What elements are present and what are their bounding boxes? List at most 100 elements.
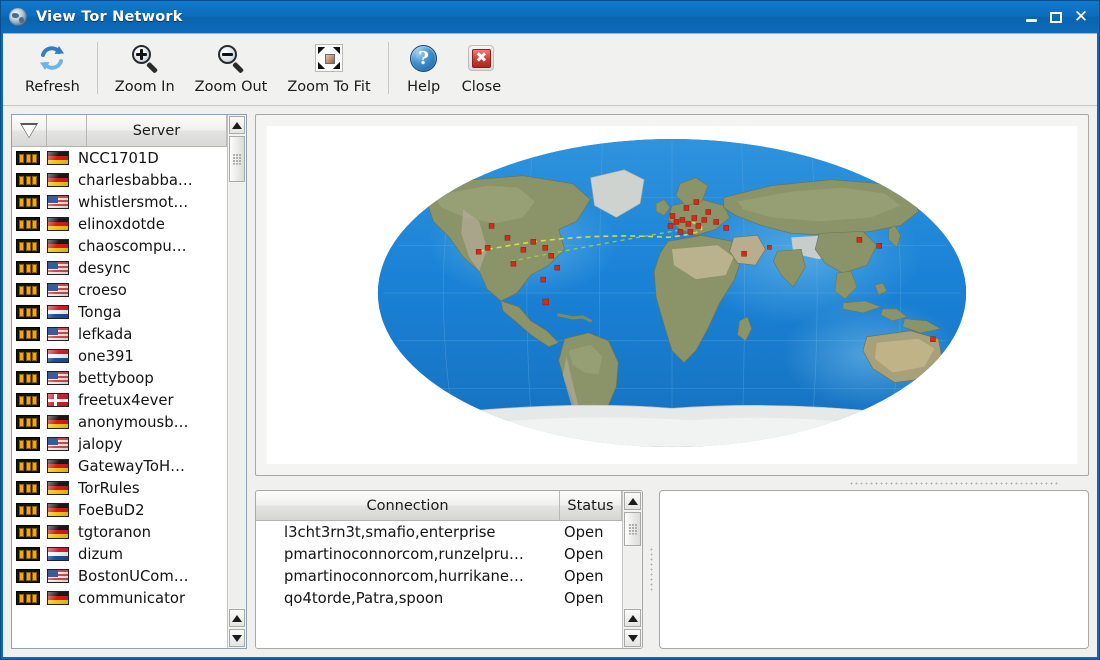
globe-icon <box>9 8 27 26</box>
server-name: chaoscompu… <box>78 237 187 255</box>
server-list-item[interactable]: jalopy <box>12 433 227 455</box>
help-button[interactable]: ? Help <box>396 40 452 95</box>
server-list-item[interactable]: TorRules <box>12 477 227 499</box>
connection-list-item[interactable]: qo4torde,Patra,spoon Open <box>256 587 622 609</box>
window-title: View Tor Network <box>36 9 183 25</box>
server-list-item[interactable]: communicator <box>12 587 227 609</box>
connection-detail-panel[interactable] <box>659 490 1089 649</box>
server-list-item[interactable]: elinoxdotde <box>12 213 227 235</box>
conn-scroll-up-arrow-2-icon[interactable] <box>624 609 641 627</box>
help-icon: ? <box>408 42 440 74</box>
server-name: BostonUCom… <box>78 567 189 585</box>
connection-status: Open <box>564 589 604 607</box>
server-list-item[interactable]: charlesbabba… <box>12 169 227 191</box>
zoom-out-button[interactable]: Zoom Out <box>185 40 278 95</box>
column-header-filter[interactable] <box>12 115 47 146</box>
server-name: tgtoranon <box>78 523 152 541</box>
bandwidth-icon <box>16 459 40 473</box>
server-list: Server NCC1701D charlesbabba… whistlersmot… <box>11 114 247 649</box>
server-name: croeso <box>78 281 127 299</box>
zoom-to-fit-label: Zoom To Fit <box>287 79 371 95</box>
bandwidth-icon <box>16 547 40 561</box>
scrollbar-track[interactable] <box>229 183 245 608</box>
bandwidth-icon <box>16 327 40 341</box>
server-name: jalopy <box>78 435 123 453</box>
toolbar-separator-2 <box>387 42 389 94</box>
server-list-item[interactable]: Tonga <box>12 301 227 323</box>
refresh-label: Refresh <box>25 79 80 95</box>
connection-list-scrollbar[interactable] <box>622 491 642 648</box>
close-icon: ✖ <box>465 42 497 74</box>
bandwidth-icon <box>16 415 40 429</box>
refresh-button[interactable]: Refresh <box>15 40 90 95</box>
server-list-item[interactable]: whistlersmot… <box>12 191 227 213</box>
conn-scroll-up-arrow-icon[interactable] <box>624 492 641 510</box>
conn-scrollbar-thumb[interactable] <box>624 512 641 546</box>
world-map[interactable] <box>267 126 1077 464</box>
refresh-icon <box>36 42 68 74</box>
server-list-item[interactable]: GatewayToH… <box>12 455 227 477</box>
bandwidth-icon <box>16 261 40 275</box>
country-flag-icon <box>47 459 69 473</box>
minimize-button[interactable] <box>1020 7 1042 28</box>
title-bar[interactable]: View Tor Network ✕ <box>1 1 1099 33</box>
conn-scrollbar-track[interactable] <box>624 547 641 608</box>
horizontal-splitter[interactable] <box>255 476 1089 490</box>
bandwidth-icon <box>16 349 40 363</box>
country-flag-icon <box>47 239 69 253</box>
scroll-up-arrow-icon[interactable] <box>229 116 245 134</box>
server-list-item[interactable]: chaoscompu… <box>12 235 227 257</box>
country-flag-icon <box>47 525 69 539</box>
server-list-item[interactable]: anonymousb… <box>12 411 227 433</box>
server-list-item[interactable]: croeso <box>12 279 227 301</box>
column-header-server[interactable]: Server <box>87 115 227 146</box>
column-header-flag[interactable] <box>47 115 87 146</box>
connection-status: Open <box>564 523 604 541</box>
connection-list-item[interactable]: pmartinoconnorcom,runzelpru… Open <box>256 543 622 565</box>
country-flag-icon <box>47 481 69 495</box>
country-flag-icon <box>47 503 69 517</box>
server-list-item[interactable]: lefkada <box>12 323 227 345</box>
server-list-scrollbar[interactable] <box>227 115 246 648</box>
connection-list-rows[interactable]: l3cht3rn3t,smafio,enterprise Open pmartino… <box>256 521 622 648</box>
server-list-item[interactable]: tgtoranon <box>12 521 227 543</box>
help-label: Help <box>407 79 441 95</box>
connection-list-header: Connection Status <box>256 491 622 521</box>
server-name: elinoxdotde <box>78 215 165 233</box>
scrollbar-thumb[interactable] <box>229 136 245 182</box>
country-flag-icon <box>47 283 69 297</box>
server-list-item[interactable]: one391 <box>12 345 227 367</box>
map-and-details-pane: Connection Status l3cht3rn3t,smafio,ente… <box>247 114 1089 649</box>
server-list-rows[interactable]: NCC1701D charlesbabba… whistlersmot… elinox… <box>12 147 227 648</box>
server-list-item[interactable]: BostonUCom… <box>12 565 227 587</box>
server-list-item[interactable]: dizum <box>12 543 227 565</box>
column-header-connection[interactable]: Connection <box>256 491 560 520</box>
zoom-to-fit-button[interactable]: Zoom To Fit <box>277 40 380 95</box>
column-header-status[interactable]: Status <box>560 491 622 520</box>
scroll-down-arrow-icon[interactable] <box>229 629 245 647</box>
server-list-item[interactable]: freetux4ever <box>12 389 227 411</box>
vertical-splitter[interactable] <box>643 490 659 649</box>
country-flag-icon <box>47 261 69 275</box>
server-list-item[interactable]: NCC1701D <box>12 147 227 169</box>
server-name: dizum <box>78 545 124 563</box>
country-flag-icon <box>47 217 69 231</box>
conn-scroll-down-arrow-icon[interactable] <box>624 629 641 647</box>
content-area: Server NCC1701D charlesbabba… whistlersmot… <box>3 106 1097 657</box>
close-button[interactable]: ✖ Close <box>452 40 512 95</box>
connection-list-item[interactable]: l3cht3rn3t,smafio,enterprise Open <box>256 521 622 543</box>
column-header-server-label: Server <box>132 122 181 139</box>
server-list-item[interactable]: desync <box>12 257 227 279</box>
close-window-button[interactable]: ✕ <box>1070 7 1092 28</box>
server-list-item[interactable]: bettyboop <box>12 367 227 389</box>
zoom-in-button[interactable]: Zoom In <box>105 40 185 95</box>
server-list-item[interactable]: FoeBuD2 <box>12 499 227 521</box>
connection-path: qo4torde,Patra,spoon <box>284 589 444 607</box>
server-name: FoeBuD2 <box>78 501 145 519</box>
country-flag-icon <box>47 349 69 363</box>
connection-list-item[interactable]: pmartinoconnorcom,hurrikane… Open <box>256 565 622 587</box>
connection-status: Open <box>564 567 604 585</box>
country-flag-icon <box>47 327 69 341</box>
maximize-button[interactable] <box>1045 7 1067 28</box>
scroll-up-arrow-2-icon[interactable] <box>229 609 245 627</box>
